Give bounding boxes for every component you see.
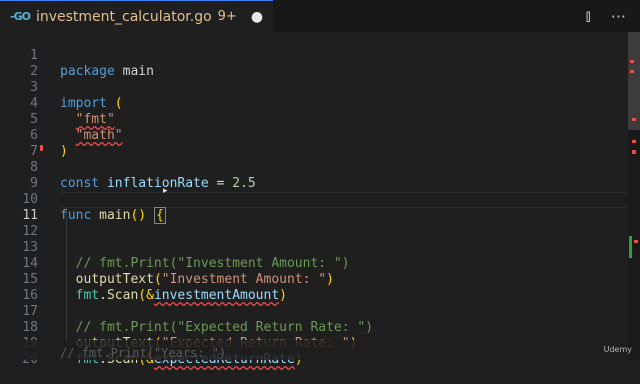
code-editor[interactable]: 1 package main 2 3 import ( 4 "fmt" 5 "m… [0,32,628,367]
error-marker [632,140,636,143]
code-line: 19 fmt.Scan(&expectedReturnRate) [0,320,628,367]
mouse-cursor-icon: ▸ [163,186,168,196]
code-line: 3 import ( [0,64,628,111]
code-line: 14 outputText("Investment Amount: ") [0,240,628,287]
code-line: 8 const inflationRate = 2.5 [0,144,628,191]
code-line: 6 ) [0,112,628,159]
code-line: 12 [0,208,628,239]
problems-badge: 9+ [217,9,237,24]
scrollbar-thumb[interactable] [628,32,640,130]
code-line-current: 11 [0,192,628,223]
error-marker [630,60,634,63]
tab-filename: investment_calculator.go [35,8,212,25]
split-editor-icon[interactable]: ⫾ [586,6,591,26]
code-line: 9 [0,160,628,191]
error-marker [630,70,634,73]
code-line: 17 // fmt.Print("Expected Return Rate: "… [0,288,628,335]
tab-bar: -GO investment_calculator.go 9+ ● ⫾ ··· [0,0,640,32]
error-marker [632,150,636,154]
go-file-icon: -GO [10,10,31,23]
code-line: 15 fmt.Scan(&investmentAmount) [0,256,628,303]
unsaved-dot-icon[interactable]: ● [251,9,263,25]
code-line: 13 // fmt.Print("Investment Amount: ") [0,224,628,271]
code-line: 2 [0,48,628,79]
code-line: 18 outputText("Expected Return Rate: ") [0,304,628,351]
more-actions-icon[interactable]: ··· [611,7,626,26]
editor-actions: ⫾ ··· [586,0,626,32]
code-line: 7 [0,128,628,159]
code-line: 16 [0,272,628,303]
code-line: 4 "fmt" [0,80,628,127]
added-lines-marker [629,236,632,258]
code-line: 10 func main() { [0,176,628,224]
partial-code-line: // fmt.Print("Years: ") [60,346,227,360]
error-marker [632,118,636,121]
editor-tab-investment-calculator[interactable]: -GO investment_calculator.go 9+ ● [0,0,274,32]
error-marker [634,240,638,243]
code-line: 1 package main [0,32,628,79]
code-line: 5 "math" [0,96,628,143]
udemy-watermark: Udemy [603,345,632,354]
